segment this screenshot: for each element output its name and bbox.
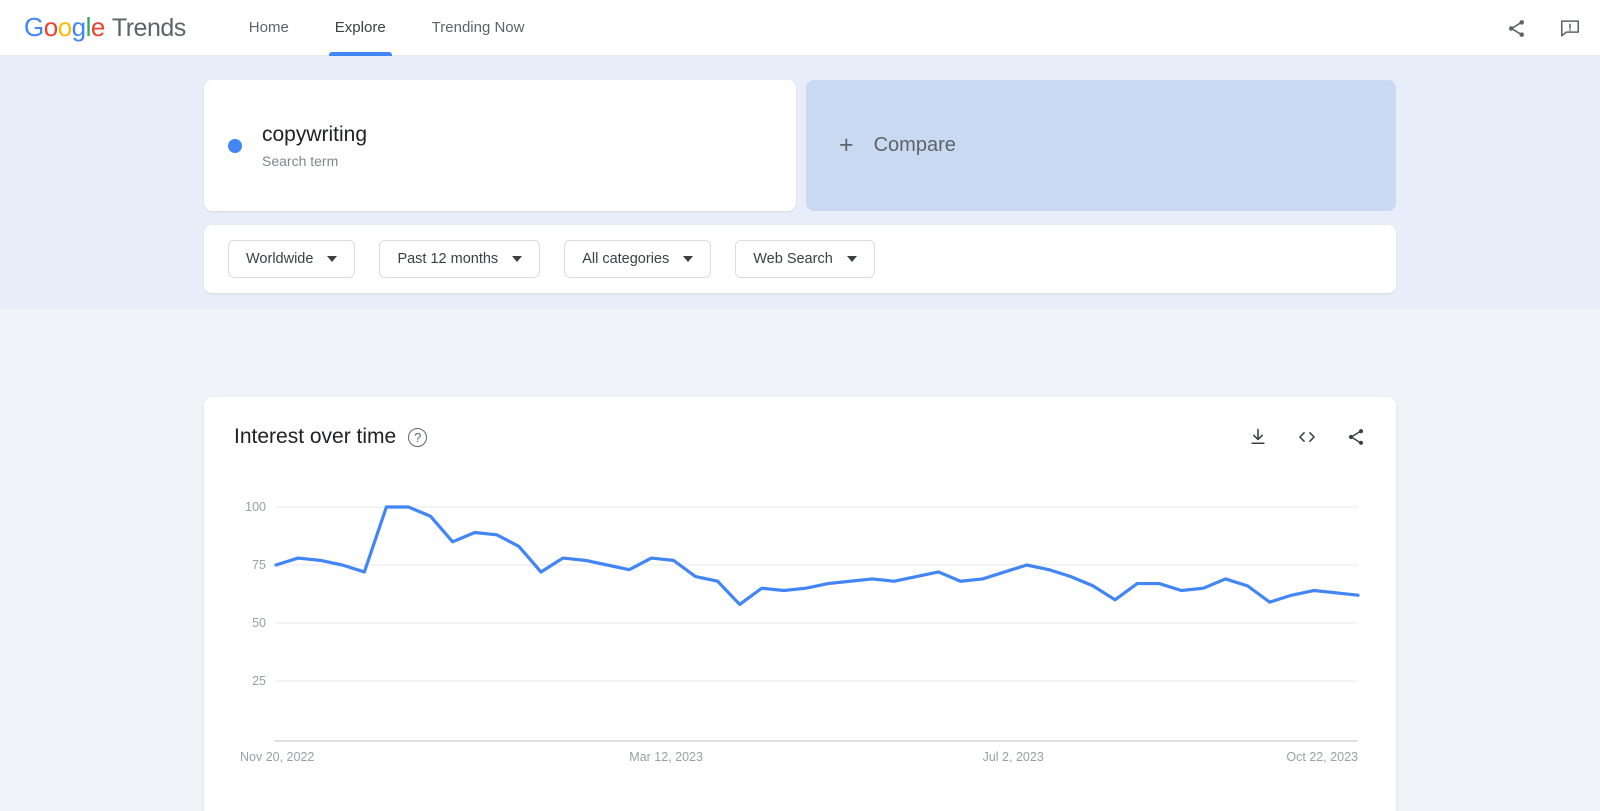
chevron-down-icon (512, 256, 523, 262)
embed-button[interactable] (1296, 427, 1318, 447)
search-type-filter-label: Web Search (753, 251, 833, 267)
y-axis-tick-label: 75 (252, 558, 266, 572)
compare-button[interactable]: + Compare (806, 80, 1396, 211)
x-axis-tick-label: Nov 20, 2022 (240, 750, 314, 764)
category-filter-label: All categories (582, 251, 670, 267)
header-actions (1504, 0, 1582, 56)
nav-item-trending-now[interactable]: Trending Now (426, 0, 531, 56)
location-filter-label: Worldwide (246, 251, 314, 267)
chevron-down-icon (327, 256, 338, 262)
series-color-dot (228, 138, 242, 153)
help-icon[interactable]: ? (408, 427, 428, 447)
logo-letter-o1: o (43, 12, 58, 42)
plus-icon: + (839, 131, 854, 159)
query-band: copywriting Search term + Compare Worldw… (0, 56, 1600, 309)
x-axis-tick-label: Oct 22, 2023 (1286, 750, 1358, 764)
search-term-card[interactable]: copywriting Search term (204, 80, 796, 211)
results-band: Interest over time ? 25 50 75 100 Nov 20… (0, 309, 1600, 811)
time-range-filter-label: Past 12 months (397, 251, 499, 267)
chart-plot-area[interactable]: 25 50 75 100 Nov 20, 2022 Mar 12, 2023 Jul 2, … (234, 497, 1366, 787)
logo-letter-g1: G (24, 12, 44, 42)
share-chart-button[interactable] (1346, 427, 1366, 447)
compare-label: Compare (873, 134, 956, 156)
share-icon[interactable] (1504, 16, 1528, 40)
app-header: Google Trends Home Explore Trending Now (0, 0, 1600, 56)
google-trends-logo[interactable]: Google Trends (24, 12, 186, 43)
chart-actions (1248, 427, 1366, 447)
category-filter[interactable]: All categories (564, 240, 712, 278)
x-axis-tick-label: Jul 2, 2023 (983, 750, 1044, 764)
chart-header: Interest over time ? (234, 425, 1366, 449)
y-axis-tick-label: 25 (252, 674, 266, 688)
x-axis-tick-label: Mar 12, 2023 (629, 750, 703, 764)
filters-bar: Worldwide Past 12 months All categories … (204, 225, 1396, 293)
chart-title: Interest over time (234, 425, 397, 448)
time-range-filter[interactable]: Past 12 months (379, 240, 541, 278)
logo-letter-g2: g (71, 12, 86, 42)
chevron-down-icon (846, 256, 857, 262)
location-filter[interactable]: Worldwide (228, 240, 356, 278)
logo-letter-o2: o (57, 12, 72, 42)
chevron-down-icon (683, 256, 694, 262)
download-csv-button[interactable] (1248, 427, 1268, 447)
logo-letter-e: e (90, 12, 105, 42)
series-line-copywriting[interactable] (274, 505, 1360, 607)
interest-over-time-card: Interest over time ? 25 50 75 100 Nov 20… (204, 397, 1396, 811)
y-axis-tick-label: 100 (245, 500, 266, 514)
interest-over-time-chart[interactable]: 25 50 75 100 Nov 20, 2022 Mar 12, 2023 Jul 2, … (234, 497, 1366, 787)
search-term-type: Search term (262, 152, 339, 169)
query-row: copywriting Search term + Compare (204, 80, 1396, 211)
y-axis-tick-label: 50 (252, 616, 266, 630)
feedback-icon[interactable] (1558, 16, 1582, 40)
main-nav: Home Explore Trending Now (243, 0, 565, 56)
search-type-filter[interactable]: Web Search (735, 240, 875, 278)
logo-word-trends: Trends (111, 14, 186, 42)
search-term-label: copywriting (262, 122, 368, 146)
nav-item-explore[interactable]: Explore (328, 0, 392, 56)
nav-item-home[interactable]: Home (243, 0, 295, 56)
